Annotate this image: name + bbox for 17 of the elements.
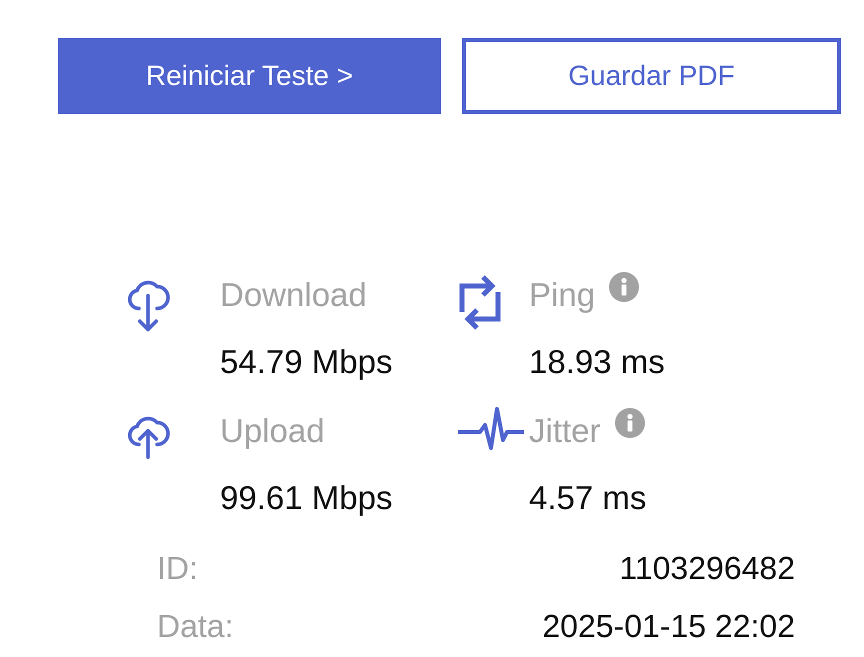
save-pdf-button[interactable]: Guardar PDF xyxy=(462,38,841,114)
metric-value: 4.57 ms xyxy=(529,478,646,518)
info-icon[interactable] xyxy=(614,408,645,438)
metric-value: 54.79 Mbps xyxy=(220,342,392,382)
detail-label: Data: xyxy=(157,607,234,646)
pulse-line-icon xyxy=(458,406,524,450)
metric-label: Jitter xyxy=(529,411,601,451)
metric-label: Download xyxy=(220,275,367,315)
metric-label: Ping xyxy=(529,275,596,315)
info-icon[interactable] xyxy=(609,272,640,302)
metric-label: Upload xyxy=(220,411,325,451)
detail-value: 2025-01-15 22:02 xyxy=(542,607,795,646)
detail-label: ID: xyxy=(157,549,198,588)
metric-value: 18.93 ms xyxy=(529,342,665,382)
restart-test-button[interactable]: Reiniciar Teste > xyxy=(58,38,441,114)
detail-value: 1103296482 xyxy=(619,549,795,588)
metric-value: 99.61 Mbps xyxy=(220,478,392,518)
